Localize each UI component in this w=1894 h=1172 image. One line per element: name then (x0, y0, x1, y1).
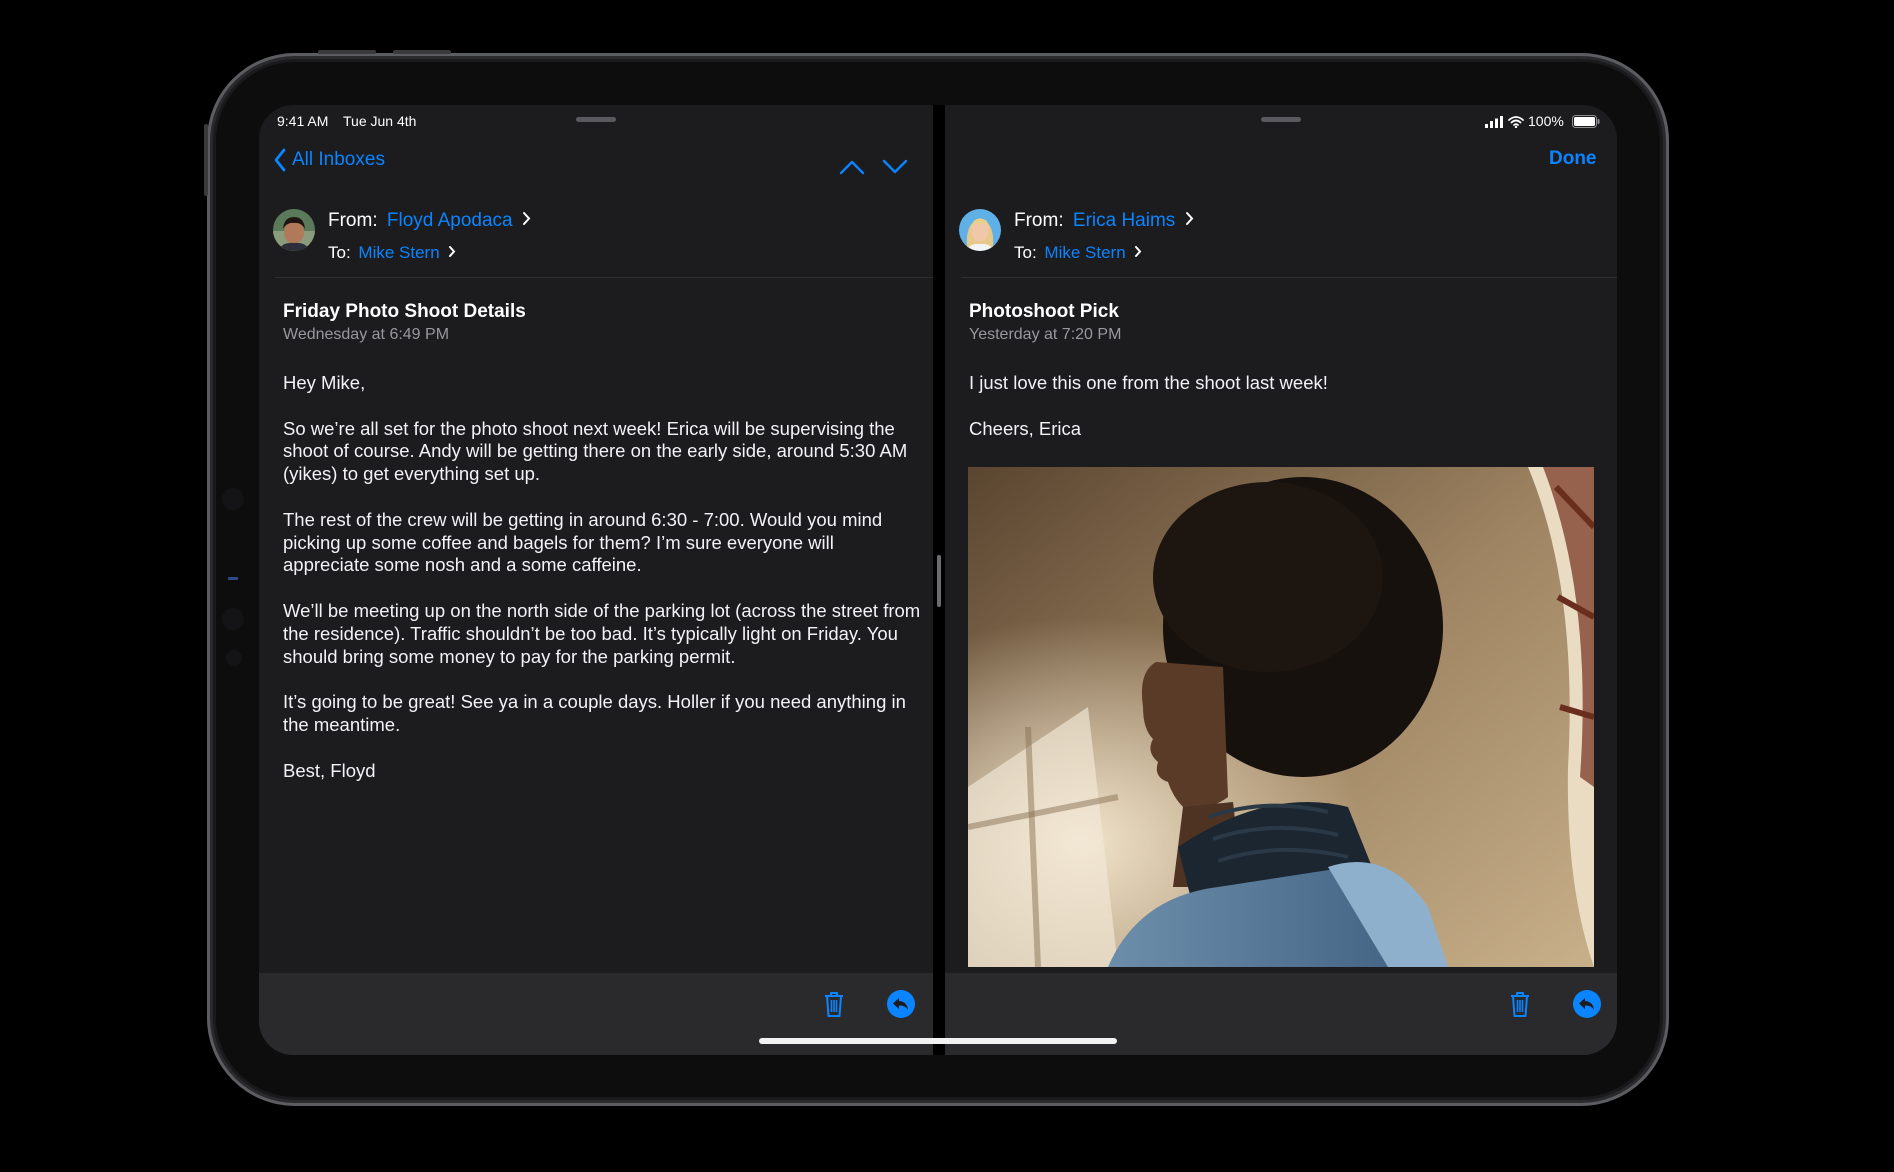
attached-photo[interactable] (968, 467, 1594, 967)
camera-sensor (222, 608, 244, 630)
body-paragraph: Hey Mike, (283, 372, 366, 393)
chevron-down-icon[interactable] (882, 159, 908, 175)
wifi-icon (1508, 116, 1524, 128)
body-paragraph: Best, Floyd (283, 759, 376, 781)
back-button-label: All Inboxes (292, 149, 385, 170)
body-paragraph: Cheers, Erica (969, 417, 1082, 439)
chevron-right-icon (1185, 212, 1193, 225)
avatar (959, 209, 1001, 251)
body-paragraph: We’ll be meeting up on the north side of… (283, 599, 921, 667)
message-date: Yesterday at 7:20 PM (969, 326, 1122, 343)
message-body: I just love this one from the shoot last… (969, 372, 1609, 463)
camera-lens (222, 488, 244, 510)
navigation-bar: All Inboxes (259, 131, 933, 187)
message-body: Hey Mike, So we’re all set for the photo… (283, 372, 923, 805)
body-paragraph: It’s going to be great! See ya in a coup… (283, 691, 906, 735)
volume-button-top (318, 50, 376, 54)
status-date: Tue Jun 4th (343, 113, 417, 129)
to-line: To: Mike Stern (1014, 243, 1142, 263)
navigation-bar: Done (945, 131, 1617, 187)
avatar (273, 209, 315, 251)
from-label: From: (1014, 210, 1064, 231)
header-separator (961, 277, 1617, 278)
window-grabber[interactable] (1261, 117, 1301, 122)
volume-button-bottom (393, 50, 451, 54)
to-line: To: Mike Stern (328, 243, 456, 263)
chevron-right-icon (1135, 246, 1142, 257)
back-button[interactable]: All Inboxes (273, 143, 403, 175)
window-grabber[interactable] (576, 117, 616, 122)
trash-icon[interactable] (822, 990, 846, 1018)
camera-flash (226, 650, 242, 666)
divider-handle[interactable] (937, 555, 941, 607)
done-button[interactable]: Done (1549, 148, 1597, 170)
to-label: To: (328, 243, 351, 262)
message-header: From: Erica Haims To: Mike Stern (945, 189, 1617, 281)
reply-icon[interactable] (886, 989, 916, 1019)
to-label: To: (1014, 243, 1037, 262)
recipient-name[interactable]: Mike Stern (358, 243, 439, 262)
side-button (204, 124, 208, 196)
screen: 9:41 AM Tue Jun 4th All Inboxes From: Fl… (259, 105, 1617, 1055)
status-time: 9:41 AM (277, 113, 329, 129)
body-paragraph: I just love this one from the shoot last… (969, 372, 1328, 393)
from-label: From: (328, 210, 378, 231)
home-indicator[interactable] (759, 1038, 1117, 1044)
body-paragraph: So we’re all set for the photo shoot nex… (283, 417, 908, 485)
message-subject: Photoshoot Pick (969, 301, 1119, 322)
chevron-right-icon (522, 212, 531, 225)
mail-pane-right: 100% Done From: Erica Haims To: Mike Ste… (945, 105, 1617, 1055)
trash-icon[interactable] (1508, 990, 1532, 1018)
recipient-name[interactable]: Mike Stern (1044, 243, 1125, 262)
battery-icon (1572, 115, 1600, 128)
chevron-right-icon (449, 246, 456, 257)
body-paragraph: The rest of the crew will be getting in … (283, 508, 883, 576)
from-line: From: Floyd Apodaca (328, 210, 531, 232)
cellular-signal-icon (1485, 116, 1503, 128)
message-date: Wednesday at 6:49 PM (283, 326, 450, 343)
message-subject: Friday Photo Shoot Details (283, 301, 526, 322)
chevron-left-icon (274, 148, 286, 172)
header-separator (275, 277, 933, 278)
reply-icon[interactable] (1572, 989, 1602, 1019)
battery-percentage: 100% (1528, 113, 1564, 129)
split-view-divider[interactable] (933, 105, 945, 1055)
camera-dots (228, 577, 238, 580)
sender-name[interactable]: Erica Haims (1073, 210, 1175, 231)
mail-pane-left: 9:41 AM Tue Jun 4th All Inboxes From: Fl… (259, 105, 933, 1055)
chevron-up-icon[interactable] (839, 159, 865, 175)
message-header: From: Floyd Apodaca To: Mike Stern (259, 189, 933, 281)
sender-name[interactable]: Floyd Apodaca (387, 210, 513, 231)
from-line: From: Erica Haims (1014, 210, 1194, 232)
